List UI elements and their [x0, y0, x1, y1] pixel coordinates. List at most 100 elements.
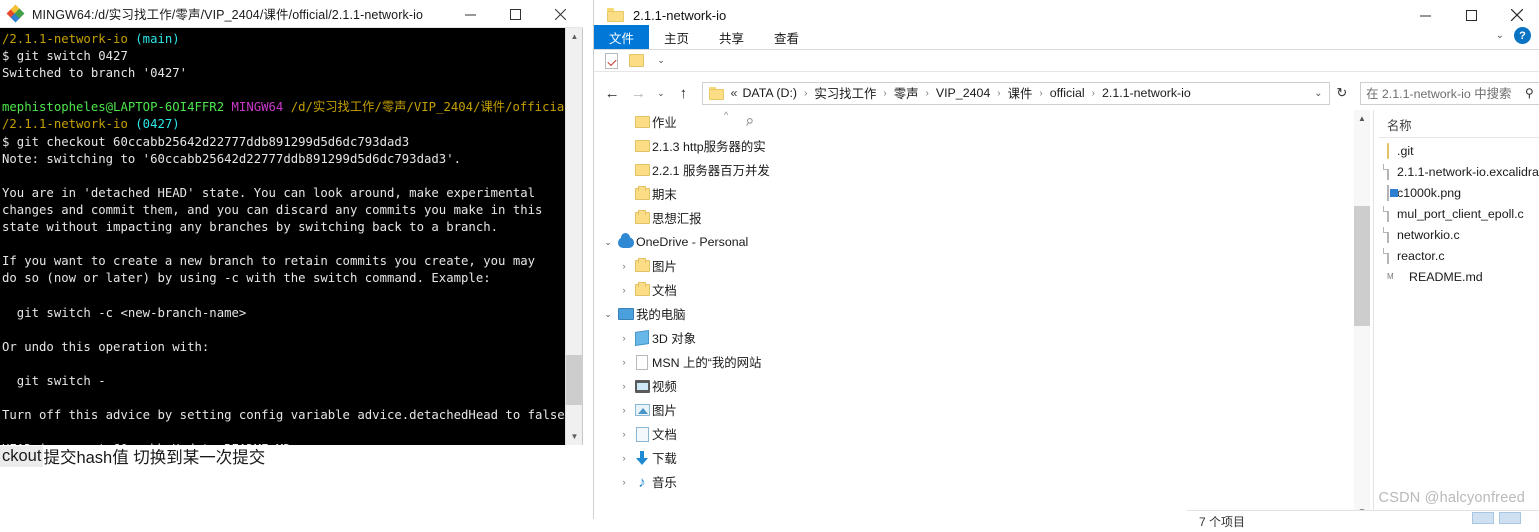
new-folder-icon[interactable]	[627, 52, 645, 69]
file-row[interactable]: networkio.c2024/6/17 11:00C 文件6 KB	[1379, 224, 1539, 245]
nav-item-cloud[interactable]: ⌄ OneDrive - Personal	[598, 230, 770, 254]
tab-home[interactable]: 主页	[649, 25, 704, 49]
breadcrumb-overflow-icon[interactable]: «	[731, 86, 738, 100]
file-name-cell[interactable]: networkio.c	[1379, 226, 1539, 243]
address-dropdown-icon[interactable]: ⌄	[1314, 88, 1324, 99]
breadcrumb-separator-icon[interactable]: ›	[1037, 88, 1044, 99]
terminal-scroll-thumb[interactable]	[566, 355, 583, 405]
terminal-output[interactable]: /2.1.1-network-io (main) $ git switch 042…	[0, 28, 566, 445]
tab-view[interactable]: 查看	[759, 25, 814, 49]
file-row[interactable]: README.md2024/6/17 11:07Markdown File1 K…	[1379, 266, 1539, 287]
nav-item-folder[interactable]: 2.1.3 http服务器的实	[598, 134, 770, 158]
file-name-cell[interactable]: c1000k.png	[1379, 184, 1539, 201]
properties-icon[interactable]	[602, 52, 620, 69]
nav-scroll-thumb[interactable]	[1354, 206, 1370, 326]
nav-item-page[interactable]: › MSN 上的“我的网站	[598, 350, 770, 374]
terminal-close-button[interactable]	[538, 0, 583, 28]
nav-item-downloads[interactable]: › 下载	[598, 446, 770, 470]
navigation-scrollbar[interactable]: ▲ ▼	[1354, 110, 1370, 519]
nav-item-folder-doc[interactable]: › 文档	[598, 278, 770, 302]
terminal-scroll-down-icon[interactable]: ▼	[566, 428, 583, 445]
file-list-header[interactable]: 名称 修改日期 类型 大小	[1379, 112, 1539, 138]
file-name-cell[interactable]: README.md	[1379, 270, 1539, 284]
nav-item-folder-doc[interactable]: › 图片	[598, 254, 770, 278]
pane-splitter[interactable]	[1373, 110, 1374, 519]
nav-item-documents[interactable]: › 文档	[598, 422, 770, 446]
chevron-right-icon[interactable]: ›	[616, 453, 632, 463]
file-row[interactable]: reactor.c2024/6/17 11:07C 文件5 KB	[1379, 245, 1539, 266]
file-row[interactable]: .git2024/6/17 11:07文件夹	[1379, 140, 1539, 161]
nav-item-label: OneDrive - Personal	[636, 235, 749, 249]
file-explorer-window[interactable]: 2.1.1-network-io 文件 主页 共享 查看 ⌄ ? ⌄ ← → ⌄	[593, 0, 1539, 532]
column-header-name[interactable]: 名称	[1379, 112, 1539, 138]
navigation-pane[interactable]: 作业 ⚲ 2.1.3 http服务器的实 2.2.1 服务器百万并发 期末 思想汇报 ⌄ On…	[598, 110, 770, 519]
pin-icon[interactable]: ⚲	[742, 115, 754, 128]
nav-item-label: 音乐	[652, 476, 677, 490]
file-name-cell[interactable]: .git	[1379, 142, 1539, 159]
address-input[interactable]: « DATA (D:) › 实习找工作 › 零声 › VIP_2404 › 课件…	[701, 81, 1330, 105]
chevron-right-icon[interactable]: ›	[616, 477, 632, 487]
nav-item-video[interactable]: › 视频	[598, 374, 770, 398]
terminal-scroll-up-icon[interactable]: ▲	[566, 28, 583, 45]
breadcrumb-5[interactable]: official	[1050, 86, 1085, 100]
file-name-cell[interactable]: mul_port_client_epoll.c	[1379, 205, 1539, 222]
quick-access-toolbar[interactable]: ⌄	[594, 50, 1539, 72]
breadcrumb-2[interactable]: 零声	[894, 84, 919, 102]
breadcrumb-current[interactable]: 2.1.1-network-io	[1102, 86, 1191, 100]
breadcrumb-separator-icon[interactable]: ›	[1090, 88, 1097, 99]
chevron-right-icon[interactable]: ›	[616, 405, 632, 415]
breadcrumb-separator-icon[interactable]: ›	[923, 88, 930, 99]
tab-file[interactable]: 文件	[594, 25, 650, 49]
file-name-cell[interactable]: 2.1.1-network-io.excalidraw	[1379, 163, 1539, 180]
up-button[interactable]: ↑	[671, 80, 695, 106]
breadcrumb-1[interactable]: 实习找工作	[814, 84, 876, 102]
mingw64-terminal-window[interactable]: MINGW64:/d/实习找工作/零声/VIP_2404/课件/official…	[0, 0, 583, 445]
chevron-right-icon[interactable]: ›	[616, 285, 632, 295]
file-name-cell[interactable]: reactor.c	[1379, 247, 1539, 264]
nav-item-folder-doc[interactable]: 期末	[598, 182, 770, 206]
customize-caret-icon[interactable]: ⌄	[652, 52, 670, 69]
refresh-icon[interactable]: ↻	[1332, 85, 1353, 101]
nav-item-folder[interactable]: 2.2.1 服务器百万并发	[598, 158, 770, 182]
nav-item-pictures[interactable]: › 图片	[598, 398, 770, 422]
chevron-right-icon[interactable]: ›	[616, 261, 632, 271]
nav-item-3d[interactable]: › 3D 对象	[598, 326, 770, 350]
breadcrumb-4[interactable]: 课件	[1008, 84, 1033, 102]
terminal-text: git switch -c <new-branch-name>	[2, 305, 247, 320]
terminal-maximize-button[interactable]	[493, 0, 538, 28]
chevron-right-icon[interactable]: ›	[616, 381, 632, 391]
search-icon[interactable]: ⚲	[1525, 86, 1534, 100]
file-row[interactable]: c1000k.png2024/6/17 11:00PNG 文件400 KB	[1379, 182, 1539, 203]
back-button[interactable]: ←	[600, 80, 624, 106]
forward-button[interactable]: →	[626, 80, 650, 106]
file-row[interactable]: 2.1.1-network-io.excalidraw2024/6/17 11:…	[1379, 161, 1539, 182]
tab-share[interactable]: 共享	[704, 25, 759, 49]
chevron-down-icon[interactable]: ⌄	[1496, 30, 1504, 41]
nav-item-music[interactable]: › ♪ 音乐	[598, 470, 770, 494]
file-list[interactable]: .git2024/6/17 11:07文件夹2.1.1-network-io.e…	[1379, 140, 1539, 287]
terminal-minimize-button[interactable]	[448, 0, 493, 28]
file-row[interactable]: mul_port_client_epoll.c2024/6/17 11:00C …	[1379, 203, 1539, 224]
chevron-right-icon[interactable]: ›	[616, 357, 632, 367]
breadcrumb-3[interactable]: VIP_2404	[936, 86, 990, 100]
nav-item-folder[interactable]: 作业 ⚲	[598, 110, 770, 134]
recent-locations-button[interactable]: ⌄	[653, 80, 670, 106]
chevron-down-icon[interactable]: ⌄	[600, 237, 616, 248]
nav-scroll-up-icon[interactable]: ▲	[1354, 110, 1370, 126]
breadcrumb-drive[interactable]: DATA (D:)	[742, 86, 797, 100]
nav-item-pc[interactable]: ⌄ 我的电脑	[598, 302, 770, 326]
help-icon[interactable]: ?	[1514, 27, 1531, 44]
search-input[interactable]: 在 2.1.1-network-io 中搜索 ⚲	[1360, 81, 1539, 105]
terminal-titlebar[interactable]: MINGW64:/d/实习找工作/零声/VIP_2404/课件/official…	[0, 0, 583, 28]
terminal-scrollbar[interactable]: ▲ ▼	[565, 28, 583, 445]
breadcrumb-separator-icon[interactable]: ›	[802, 88, 809, 99]
chevron-right-icon[interactable]: ›	[616, 333, 632, 343]
nav-item-folder-doc[interactable]: 思想汇报	[598, 206, 770, 230]
breadcrumb-separator-icon[interactable]: ›	[881, 88, 888, 99]
chevron-right-icon[interactable]: ›	[616, 429, 632, 439]
address-bar-row[interactable]: ← → ⌄ ↑ « DATA (D:) › 实习找工作 › 零声 › VIP_2…	[594, 79, 1539, 107]
breadcrumb-separator-icon[interactable]: ›	[995, 88, 1002, 99]
ribbon-tab-bar[interactable]: 文件 主页 共享 查看	[594, 25, 1539, 50]
chevron-down-icon[interactable]: ⌄	[600, 309, 616, 320]
